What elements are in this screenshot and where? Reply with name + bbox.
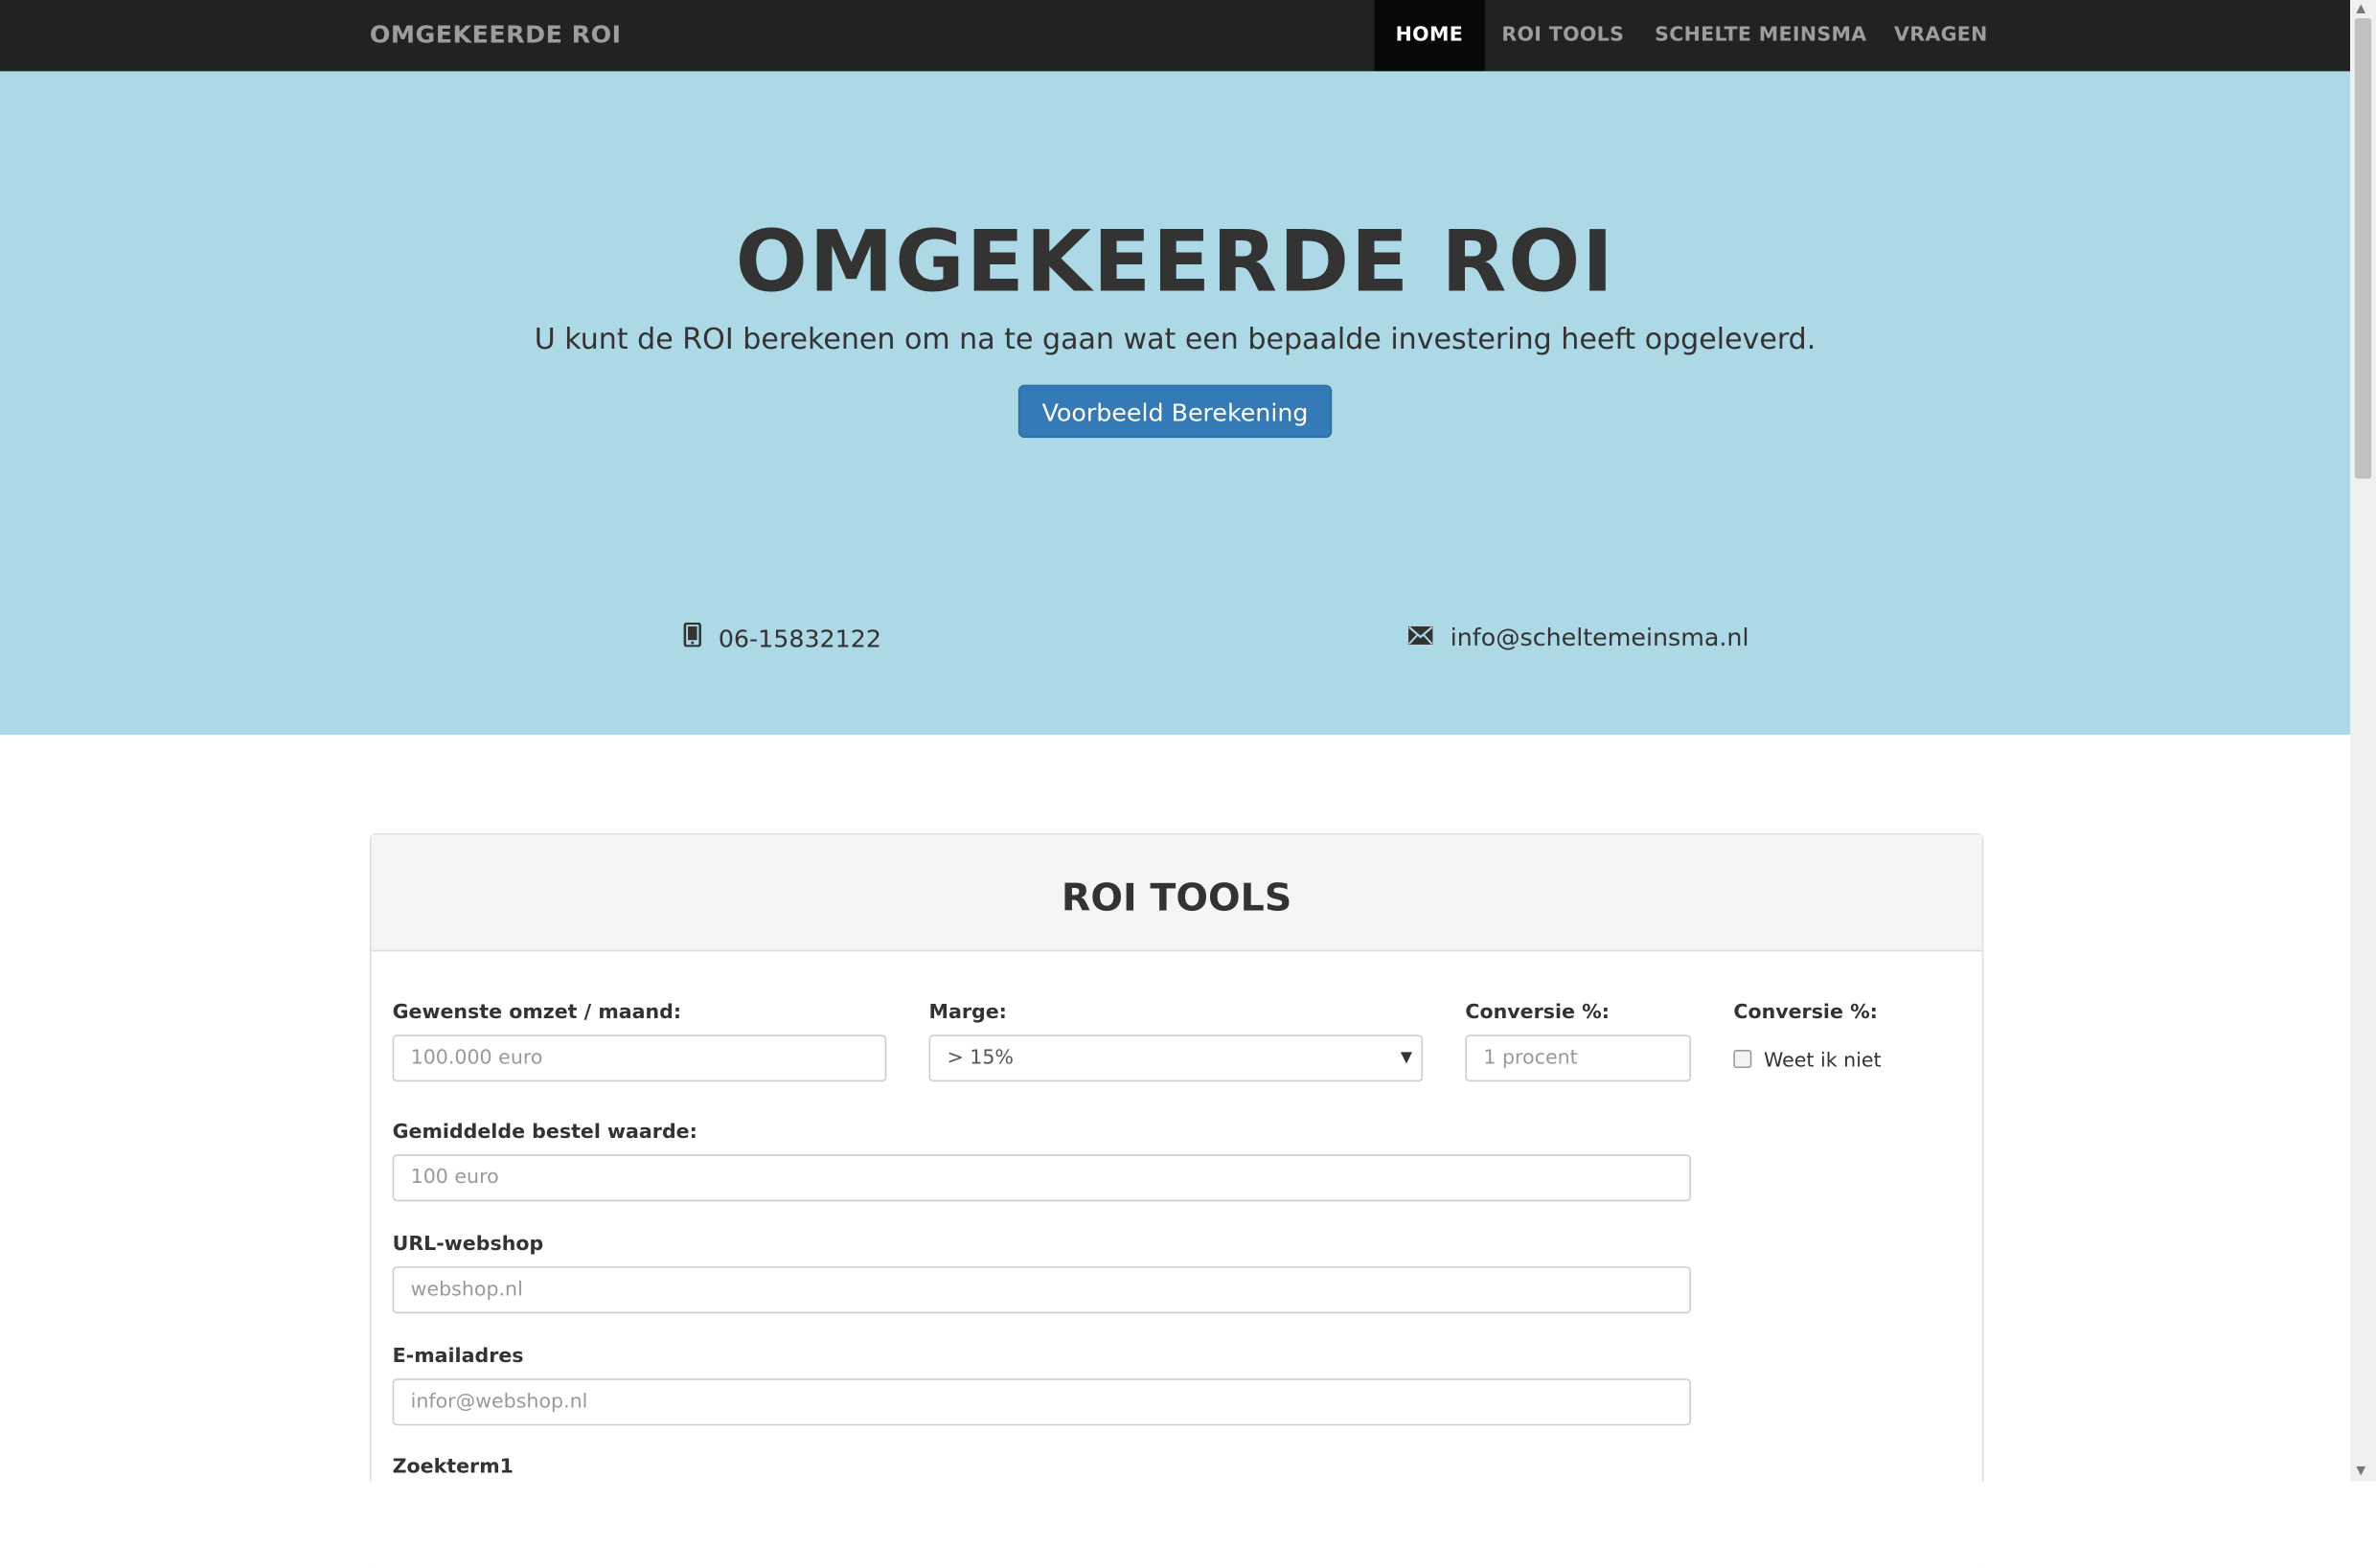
nav-item-home[interactable]: HOME <box>1374 0 1485 72</box>
nav-item-schelte-meinsma[interactable]: SCHELTE MEINSMA <box>1634 0 1888 71</box>
chevron-down-icon: ▼ <box>1400 1050 1413 1067</box>
weet-ik-niet-label[interactable]: Weet ik niet <box>1764 1050 1882 1073</box>
url-label: URL-webshop <box>392 1233 544 1257</box>
email-label: E-mailadres <box>392 1345 524 1369</box>
vertical-scrollbar[interactable]: ▲ ▼ <box>2350 0 2376 1482</box>
contact-phone: 06-15832122 <box>683 622 881 653</box>
scroll-up-icon[interactable]: ▲ <box>2356 2 2365 15</box>
hero-title: OMGEKEERDE ROI <box>735 214 1615 312</box>
marge-label: Marge: <box>928 1001 1007 1025</box>
roi-tools-panel: ROI TOOLS Gewenste omzet / maand: 100.00… <box>369 832 1984 1568</box>
contact-email: info@scheltemeinsma.nl <box>1407 623 1748 651</box>
conversie-unknown-label: Conversie %: <box>1733 1001 1878 1025</box>
envelope-icon <box>1407 623 1441 651</box>
viewport-bottom <box>0 1481 2376 1568</box>
nav-item-vragen[interactable]: VRAGEN <box>1873 0 2009 71</box>
brand-logo[interactable]: OMGEKEERDE ROI <box>370 20 622 49</box>
url-input[interactable]: webshop.nl <box>392 1266 1692 1314</box>
bestel-input[interactable]: 100 euro <box>392 1154 1692 1202</box>
conversie-label: Conversie %: <box>1465 1001 1610 1025</box>
hero-section: OMGEKEERDE ROI U kunt de ROI berekenen o… <box>0 71 2351 736</box>
hero-subtitle: U kunt de ROI berekenen om na te gaan wa… <box>534 322 1816 356</box>
navbar: OMGEKEERDE ROI HOME ROI TOOLS SCHELTE ME… <box>0 0 2351 73</box>
zoekterm-label: Zoekterm1 <box>392 1455 514 1479</box>
conversie-input[interactable]: 1 procent <box>1465 1034 1692 1082</box>
browser-viewport: OMGEKEERDE ROI HOME ROI TOOLS SCHELTE ME… <box>0 0 2376 1568</box>
marge-select[interactable]: > 15% ▼ <box>928 1034 1424 1082</box>
bestel-label: Gemiddelde bestel waarde: <box>392 1121 697 1145</box>
scroll-down-icon[interactable]: ▼ <box>2356 1464 2365 1477</box>
nav-item-roi-tools[interactable]: ROI TOOLS <box>1480 0 1645 71</box>
scrollbar-thumb[interactable] <box>2354 17 2372 479</box>
email-input[interactable]: infor@webshop.nl <box>392 1378 1692 1426</box>
example-calculation-button[interactable]: Voorbeeld Berekening <box>1017 384 1333 439</box>
weet-ik-niet-checkbox-group[interactable]: Weet ik niet <box>1733 1050 1882 1073</box>
email-address[interactable]: info@scheltemeinsma.nl <box>1451 623 1749 651</box>
phone-number[interactable]: 06-15832122 <box>719 625 881 653</box>
omzet-label: Gewenste omzet / maand: <box>392 1001 682 1025</box>
mobile-phone-icon <box>683 622 709 653</box>
marge-select-value: > 15% <box>947 1046 1014 1070</box>
panel-title: ROI TOOLS <box>371 834 1982 952</box>
weet-ik-niet-checkbox[interactable] <box>1733 1050 1752 1069</box>
omzet-input[interactable]: 100.000 euro <box>392 1034 887 1082</box>
